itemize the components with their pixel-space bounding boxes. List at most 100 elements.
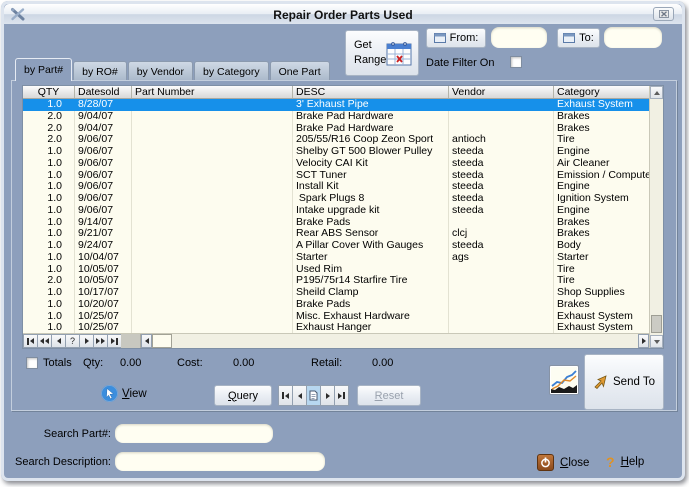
table-row[interactable]: 1.0 9/06/07 Install Kit steeda Engine: [23, 181, 649, 193]
reset-button[interactable]: Reset: [357, 385, 421, 406]
power-icon: [537, 454, 554, 471]
totals-checkbox[interactable]: [26, 357, 38, 369]
scroll-down-button[interactable]: [650, 335, 663, 348]
page-first-button[interactable]: [278, 385, 293, 406]
cell: 1.0: [23, 263, 75, 276]
table-row[interactable]: 1.0 8/28/07 3' Exhaust Pipe Exhaust System: [23, 99, 649, 111]
table-row[interactable]: 1.0 10/25/07 Exhaust Hanger Exhaust System: [23, 322, 649, 333]
page-next-button[interactable]: [320, 385, 335, 406]
nav-fast-back-button[interactable]: [37, 334, 52, 348]
cell: Starter: [293, 251, 449, 264]
table-row[interactable]: 1.0 9/06/07 Shelby GT 500 Blower Pulley ste…: [23, 146, 649, 158]
nav-last-button[interactable]: [107, 334, 122, 348]
from-button[interactable]: From:: [426, 28, 486, 48]
table-row[interactable]: 1.0 10/25/07 Misc. Exhaust Hardware Exhaust…: [23, 310, 649, 323]
retail-value: 0.00: [372, 357, 394, 369]
hscroll-right-button[interactable]: [638, 334, 649, 348]
nav-next-button[interactable]: [79, 334, 94, 348]
table-row[interactable]: 1.0 10/20/07 Brake Pads Brakes: [23, 298, 649, 311]
window-title: Repair Order Parts Used: [273, 8, 413, 22]
table-row[interactable]: 1.0 9/24/07 A Pillar Cover With Gauges stee…: [23, 240, 649, 252]
tab-by-vendor[interactable]: by Vendor: [127, 61, 194, 81]
help-button[interactable]: ? Help: [606, 454, 644, 470]
cell: 10/25/07: [75, 310, 132, 323]
table-row[interactable]: 1.0 9/21/07 Rear ABS Sensor clcj Brakes: [23, 228, 649, 240]
table-row[interactable]: 1.0 10/04/07 Starter ags Starter: [23, 251, 649, 264]
tab-one-part[interactable]: One Part: [269, 61, 330, 81]
table-row[interactable]: 1.0 9/06/07 Spark Plugs 8 steeda Ignition S…: [23, 193, 649, 205]
get-range-button[interactable]: Get Range: [345, 30, 419, 76]
cell: [132, 228, 293, 240]
cell: [449, 263, 554, 276]
title-bar[interactable]: Repair Order Parts Used: [4, 4, 682, 24]
scroll-up-button[interactable]: [650, 86, 663, 99]
tab-by-part-[interactable]: by Part#: [15, 58, 73, 81]
cell: 1.0: [23, 181, 75, 193]
cell: Brake Pad Hardware: [293, 110, 449, 123]
search-part-input[interactable]: [115, 424, 273, 443]
cell: P195/75r14 Starfire Tire: [293, 275, 449, 287]
table-row[interactable]: 1.0 10/17/07 Sheild Clamp Shop Supplies: [23, 287, 649, 299]
tab-by-category[interactable]: by Category: [194, 61, 269, 81]
nav-search-button[interactable]: ?: [65, 334, 80, 348]
horizontal-scroll-thumb[interactable]: [152, 334, 172, 348]
table-row[interactable]: 1.0 9/14/07 Brake Pads Brakes: [23, 216, 649, 229]
arrow-left-icon: [45, 338, 49, 344]
vertical-scrollbar[interactable]: [649, 86, 663, 348]
column-header[interactable]: QTY: [23, 86, 75, 98]
nav-first-button[interactable]: [23, 334, 38, 348]
cell: [449, 310, 554, 323]
table-row[interactable]: 1.0 9/06/07 Intake upgrade kit steeda Engine: [23, 204, 649, 217]
page-current-button[interactable]: [306, 385, 321, 406]
cell: Brakes: [557, 110, 590, 122]
hscroll-left-button[interactable]: [141, 334, 152, 348]
vertical-scroll-track[interactable]: [650, 99, 663, 335]
cell: [132, 193, 293, 205]
search-description-input[interactable]: [115, 452, 325, 471]
cell: steeda: [449, 193, 554, 205]
totals-label: Totals: [43, 357, 72, 369]
cell: 10/05/07: [75, 275, 132, 287]
table-row[interactable]: 1.0 9/06/07 SCT Tuner steeda Emission / Comp…: [23, 169, 649, 182]
date-filter-label: Date Filter On: [426, 57, 495, 69]
view-button[interactable]: View: [101, 385, 147, 402]
horizontal-scroll-track[interactable]: [172, 334, 638, 348]
cell: 2.0: [23, 122, 75, 135]
table-row[interactable]: 2.0 9/04/07 Brake Pad Hardware Brakes: [23, 110, 649, 123]
table-row[interactable]: 2.0 9/06/07 205/55/R16 Coop Zeon Sport anti…: [23, 134, 649, 146]
table-row[interactable]: 1.0 9/06/07 Velocity CAI Kit steeda Air Clea…: [23, 157, 649, 170]
table-row[interactable]: 2.0 9/04/07 Brake Pad Hardware Brakes: [23, 122, 649, 135]
cell: 1.0: [23, 169, 75, 182]
table-row[interactable]: 2.0 10/05/07 P195/75r14 Starfire Tire Tire: [23, 275, 649, 287]
cell: [132, 134, 293, 146]
cell: 2.0: [23, 134, 75, 146]
calendar-small-icon: [563, 33, 576, 43]
page-prev-button[interactable]: [292, 385, 307, 406]
column-header[interactable]: DESC: [293, 86, 449, 98]
tab-by-ro-[interactable]: by RO#: [73, 61, 127, 81]
column-header[interactable]: Category: [554, 86, 649, 98]
to-button[interactable]: To:: [557, 28, 600, 48]
cell: Intake upgrade kit: [293, 204, 449, 217]
to-date-input[interactable]: [604, 27, 662, 48]
column-header[interactable]: Vendor: [449, 86, 554, 98]
cell: Brake Pads: [293, 298, 449, 311]
table-row[interactable]: 1.0 10/05/07 Used Rim Tire: [23, 263, 649, 276]
chart-button[interactable]: [549, 365, 579, 395]
date-filter-checkbox[interactable]: [510, 56, 522, 68]
cell: 9/06/07: [75, 181, 132, 193]
nav-fast-forward-button[interactable]: [93, 334, 108, 348]
close-button[interactable]: Close: [537, 454, 589, 471]
vertical-scroll-thumb[interactable]: [651, 315, 662, 333]
nav-prev-button[interactable]: [51, 334, 66, 348]
from-date-input[interactable]: [491, 27, 547, 48]
close-window-button[interactable]: [653, 7, 674, 21]
cell: 1.0: [23, 322, 75, 333]
column-header[interactable]: Datesold: [75, 86, 132, 98]
column-header[interactable]: Part Number: [132, 86, 293, 98]
cell: steeda: [449, 181, 554, 193]
query-button[interactable]: Query: [214, 385, 272, 406]
cell: [449, 298, 554, 311]
page-last-button[interactable]: [334, 385, 349, 406]
send-to-button[interactable]: Send To: [584, 354, 664, 410]
